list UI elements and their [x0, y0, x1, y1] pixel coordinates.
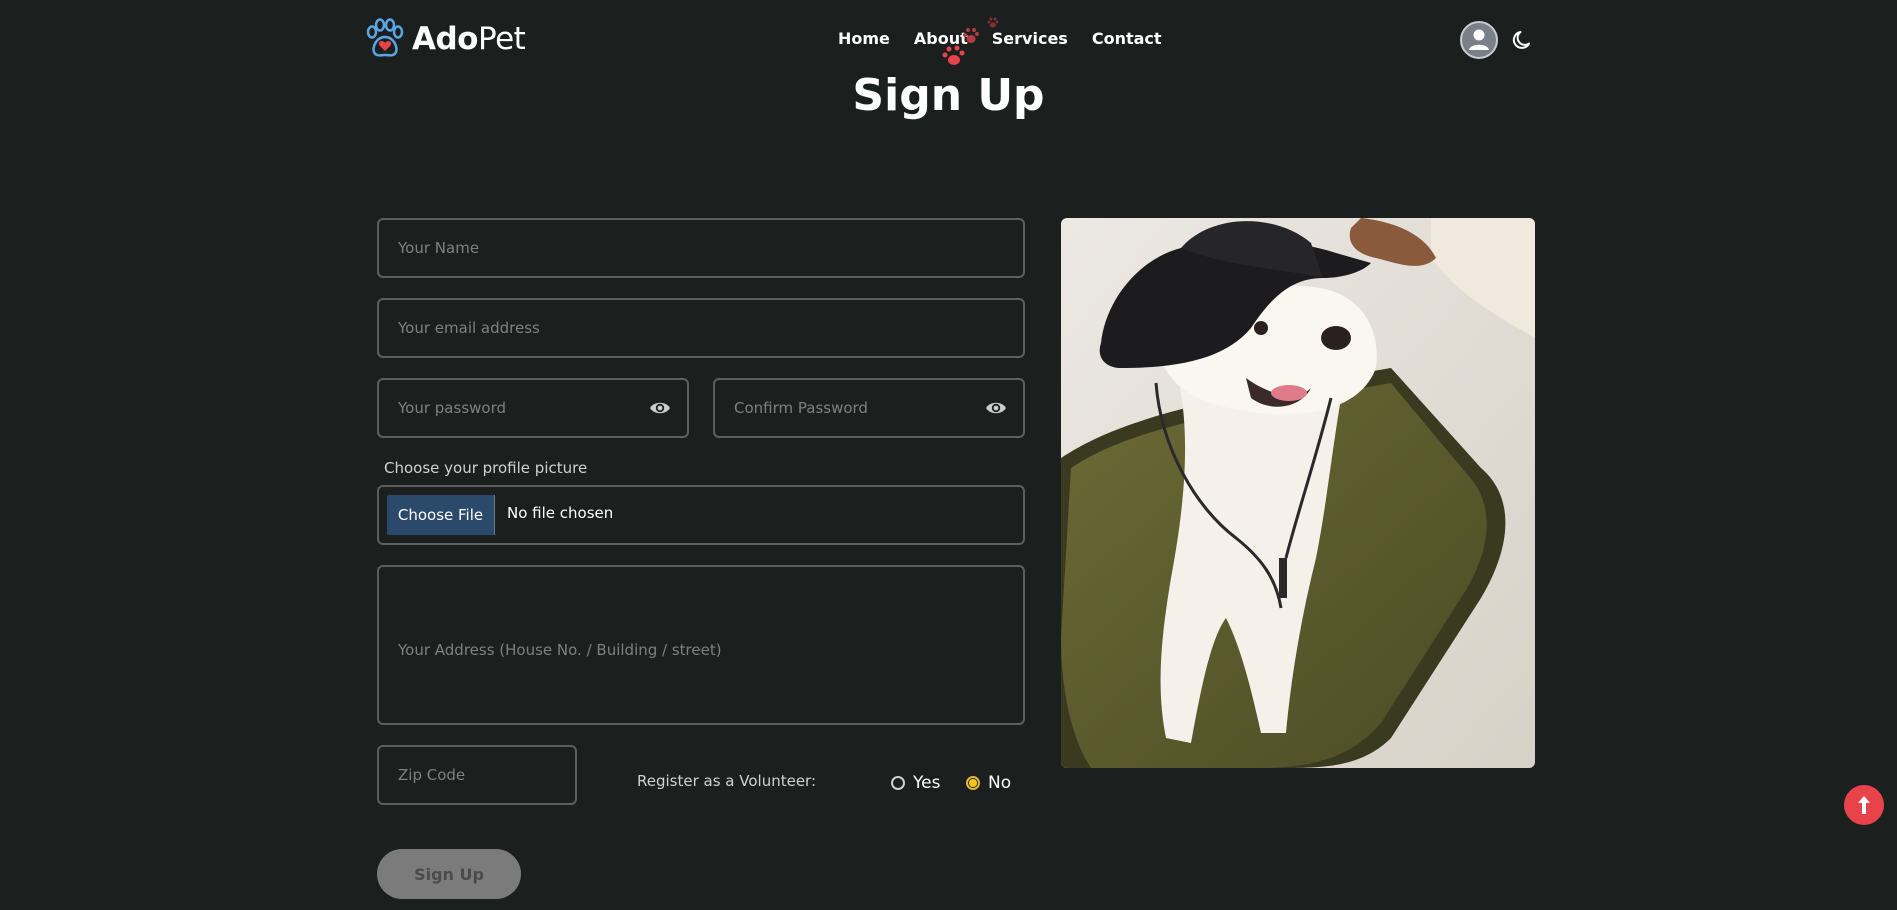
address-textarea[interactable]: [379, 567, 1023, 723]
dog-illustration: [1061, 218, 1535, 768]
confirm-password-input[interactable]: [715, 380, 1023, 436]
volunteer-radio-no[interactable]: No: [966, 773, 1011, 793]
password-field-wrapper: [377, 378, 689, 438]
volunteer-radio-yes[interactable]: Yes: [891, 773, 940, 793]
profile-picture-label: Choose your profile picture: [384, 459, 588, 477]
name-field-wrapper: [377, 218, 1025, 278]
password-input[interactable]: [379, 380, 687, 436]
confirm-password-field-wrapper: [713, 378, 1025, 438]
profile-picture-file-input[interactable]: Choose File No file chosen: [377, 485, 1025, 545]
moon-icon[interactable]: [1510, 28, 1534, 52]
zip-field-wrapper: [377, 745, 577, 805]
dog-in-hat-photo: [1061, 218, 1535, 768]
account-avatar-button[interactable]: [1460, 21, 1498, 59]
sign-up-submit-button[interactable]: Sign Up: [377, 849, 521, 899]
address-field-wrapper: [377, 565, 1025, 725]
brand-logo[interactable]: AdoPet: [364, 18, 526, 60]
brand-name: AdoPet: [412, 21, 526, 57]
radio-label-yes: Yes: [913, 773, 941, 793]
user-avatar-icon: [1469, 29, 1489, 50]
email-field-wrapper: [377, 298, 1025, 358]
radio-label-no: No: [988, 773, 1012, 793]
decorative-paw-prints-icon: [942, 17, 999, 65]
eye-icon[interactable]: [649, 399, 671, 417]
radio-circle[interactable]: [891, 776, 905, 790]
paw-heart-icon: [366, 18, 404, 57]
scroll-to-top-button[interactable]: [1844, 785, 1884, 825]
name-input[interactable]: [379, 220, 1023, 276]
nav-link-contact[interactable]: Contact: [1092, 28, 1162, 50]
choose-file-button[interactable]: Choose File: [387, 495, 495, 535]
file-status-text: No file chosen: [507, 504, 614, 522]
zip-code-input[interactable]: [379, 747, 575, 803]
email-input[interactable]: [379, 300, 1023, 356]
page-title: Sign Up: [852, 70, 1045, 121]
nav-link-services[interactable]: Services: [992, 28, 1068, 50]
radio-circle-selected[interactable]: [966, 776, 980, 790]
nav-link-home[interactable]: Home: [838, 28, 890, 50]
arrow-up-icon: [1858, 796, 1870, 814]
eye-icon[interactable]: [985, 399, 1007, 417]
volunteer-label: Register as a Volunteer:: [637, 772, 817, 790]
